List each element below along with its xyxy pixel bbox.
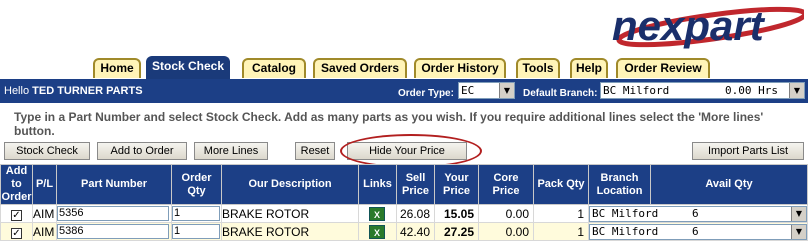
excel-link-icon[interactable]: X: [369, 224, 385, 239]
chevron-down-icon[interactable]: ▼: [791, 224, 806, 239]
highlight-oval: [340, 134, 482, 168]
branch-cell: BC Milford 6 ▼: [588, 204, 808, 223]
col-branch: Branch Location: [588, 164, 651, 205]
branch-location-select[interactable]: BC Milford 6 ▼: [589, 205, 807, 222]
tab-tools[interactable]: Tools: [516, 58, 560, 78]
parts-table: Add to Order P/L Part Number Order Qty O…: [0, 164, 808, 241]
links-cell: X: [358, 222, 397, 241]
tab-help[interactable]: Help: [570, 58, 608, 78]
tab-stock-check[interactable]: Stock Check: [146, 56, 230, 79]
col-add: Add to Order: [0, 164, 33, 205]
default-branch-select[interactable]: BC Milford 0.00 Hrs ▼: [600, 82, 805, 99]
description: BRAKE ROTOR: [221, 222, 359, 241]
core-price: 0.00: [478, 222, 534, 241]
chevron-down-icon[interactable]: ▼: [789, 83, 804, 98]
default-branch-label: Default Branch:: [523, 88, 598, 99]
branch-cell: BC Milford 6 ▼: [588, 222, 808, 241]
chevron-down-icon[interactable]: ▼: [791, 206, 806, 221]
qty-cell: 1: [171, 204, 222, 223]
order-qty-input[interactable]: 1: [172, 206, 220, 222]
branch-hours: 0.00 Hrs: [725, 84, 778, 97]
col-qty: Order Qty: [171, 164, 222, 205]
stock-check-button[interactable]: Stock Check: [4, 142, 90, 160]
order-type-select[interactable]: EC ▼: [458, 82, 515, 99]
description: BRAKE ROTOR: [221, 204, 359, 223]
import-parts-button[interactable]: Import Parts List: [692, 142, 804, 160]
avail-qty: 6: [692, 224, 699, 238]
table-row: ✓ AIM 5386 1 BRAKE ROTOR X 42.40 27.25 0…: [0, 222, 808, 241]
table-row: ✓ AIM 5356 1 BRAKE ROTOR X 26.08 15.05 0…: [0, 204, 808, 223]
chevron-down-icon[interactable]: ▼: [499, 83, 514, 98]
add-checkbox-cell: ✓: [0, 204, 33, 223]
col-pack: Pack Qty: [533, 164, 589, 205]
core-price: 0.00: [478, 204, 534, 223]
branch-location-select[interactable]: BC Milford 6 ▼: [589, 223, 807, 240]
logo-text: nexpart: [612, 2, 766, 49]
order-qty-input[interactable]: 1: [172, 224, 220, 240]
pl-cell: AIM: [32, 222, 57, 241]
tab-order-history[interactable]: Order History: [414, 58, 506, 78]
reset-button[interactable]: Reset: [295, 142, 335, 160]
your-price: 27.25: [434, 222, 479, 241]
order-type-label: Order Type:: [398, 88, 454, 99]
your-price: 15.05: [434, 204, 479, 223]
pack-qty: 1: [533, 204, 589, 223]
col-avail: Avail Qty: [650, 164, 808, 205]
sell-price: 26.08: [396, 204, 435, 223]
col-core: Core Price: [478, 164, 534, 205]
part-number-input[interactable]: 5356: [57, 206, 169, 222]
header-bar: Hello TED TURNER PARTS Order Type: EC ▼ …: [0, 79, 808, 103]
avail-qty: 6: [692, 206, 699, 220]
part-cell: 5386: [56, 222, 172, 241]
excel-link-icon[interactable]: X: [369, 206, 385, 221]
col-sell: Sell Price: [396, 164, 435, 205]
nexpart-logo: nexpart: [612, 2, 804, 49]
tab-home[interactable]: Home: [93, 58, 141, 78]
sell-price: 42.40: [396, 222, 435, 241]
part-number-input[interactable]: 5386: [57, 224, 169, 240]
tab-order-review[interactable]: Order Review: [616, 58, 710, 78]
tab-saved-orders[interactable]: Saved Orders: [313, 58, 407, 78]
part-cell: 5356: [56, 204, 172, 223]
add-checkbox-cell: ✓: [0, 222, 33, 241]
user-name: TED TURNER PARTS: [32, 85, 143, 97]
qty-cell: 1: [171, 222, 222, 241]
col-part: Part Number: [56, 164, 172, 205]
tab-catalog[interactable]: Catalog: [242, 58, 306, 78]
add-checkbox[interactable]: ✓: [11, 209, 22, 221]
greeting: Hello TED TURNER PARTS: [4, 85, 143, 97]
more-lines-button[interactable]: More Lines: [194, 142, 268, 160]
pl-cell: AIM: [32, 204, 57, 223]
links-cell: X: [358, 204, 397, 223]
col-pl: P/L: [32, 164, 57, 205]
pack-qty: 1: [533, 222, 589, 241]
add-checkbox[interactable]: ✓: [11, 227, 22, 239]
col-links: Links: [358, 164, 397, 205]
col-your: Your Price: [434, 164, 479, 205]
add-to-order-button[interactable]: Add to Order: [97, 142, 187, 160]
col-desc: Our Description: [221, 164, 359, 205]
